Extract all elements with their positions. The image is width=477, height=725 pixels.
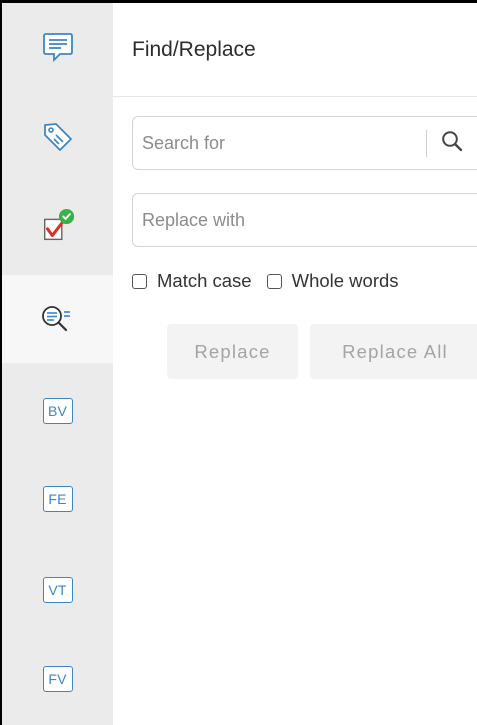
fv-icon: FV <box>42 666 73 692</box>
sidebar-item-bv[interactable]: BV <box>2 367 113 455</box>
vt-icon: VT <box>42 577 73 603</box>
sidebar-item-fv[interactable]: FV <box>2 635 113 723</box>
search-options: Match case Whole words <box>132 269 414 293</box>
title-divider <box>113 96 477 97</box>
sidebar-item-vt[interactable]: VT <box>2 546 113 634</box>
replace-all-button[interactable]: Replace All <box>310 324 477 379</box>
match-case-checkbox[interactable] <box>132 273 147 289</box>
sidebar-item-fe[interactable]: FE <box>2 455 113 543</box>
replace-field <box>132 193 477 247</box>
checklist-icon <box>39 208 77 246</box>
sidebar-item-review[interactable] <box>2 183 113 271</box>
tag-icon <box>39 118 77 156</box>
replace-button[interactable]: Replace <box>167 324 298 379</box>
search-icon <box>440 129 464 158</box>
search-separator <box>426 130 427 157</box>
speech-bubble-icon <box>39 28 77 66</box>
search-button[interactable] <box>437 128 467 158</box>
match-case-label: Match case <box>157 270 252 291</box>
sidebar-item-tags[interactable] <box>2 93 113 181</box>
panel-title: Find/Replace <box>132 38 256 61</box>
replace-input[interactable] <box>142 194 412 246</box>
find-replace-icon <box>39 300 77 338</box>
app-window: BV FE VT FV Find/Replace Search for Repl… <box>0 0 477 725</box>
whole-words-label: Whole words <box>291 270 399 291</box>
sidebar-item-find-replace[interactable] <box>2 275 113 363</box>
find-replace-panel: Find/Replace Match case <box>113 3 477 725</box>
bv-icon: BV <box>42 398 73 424</box>
whole-words-option[interactable]: Whole words <box>266 270 399 292</box>
whole-words-checkbox[interactable] <box>266 273 282 289</box>
sidebar-item-comments[interactable] <box>2 3 113 91</box>
search-field <box>132 116 477 170</box>
sidebar: BV FE VT FV <box>2 3 113 725</box>
fe-icon: FE <box>42 486 73 512</box>
search-input[interactable] <box>142 117 412 169</box>
match-case-option[interactable]: Match case <box>132 270 252 292</box>
